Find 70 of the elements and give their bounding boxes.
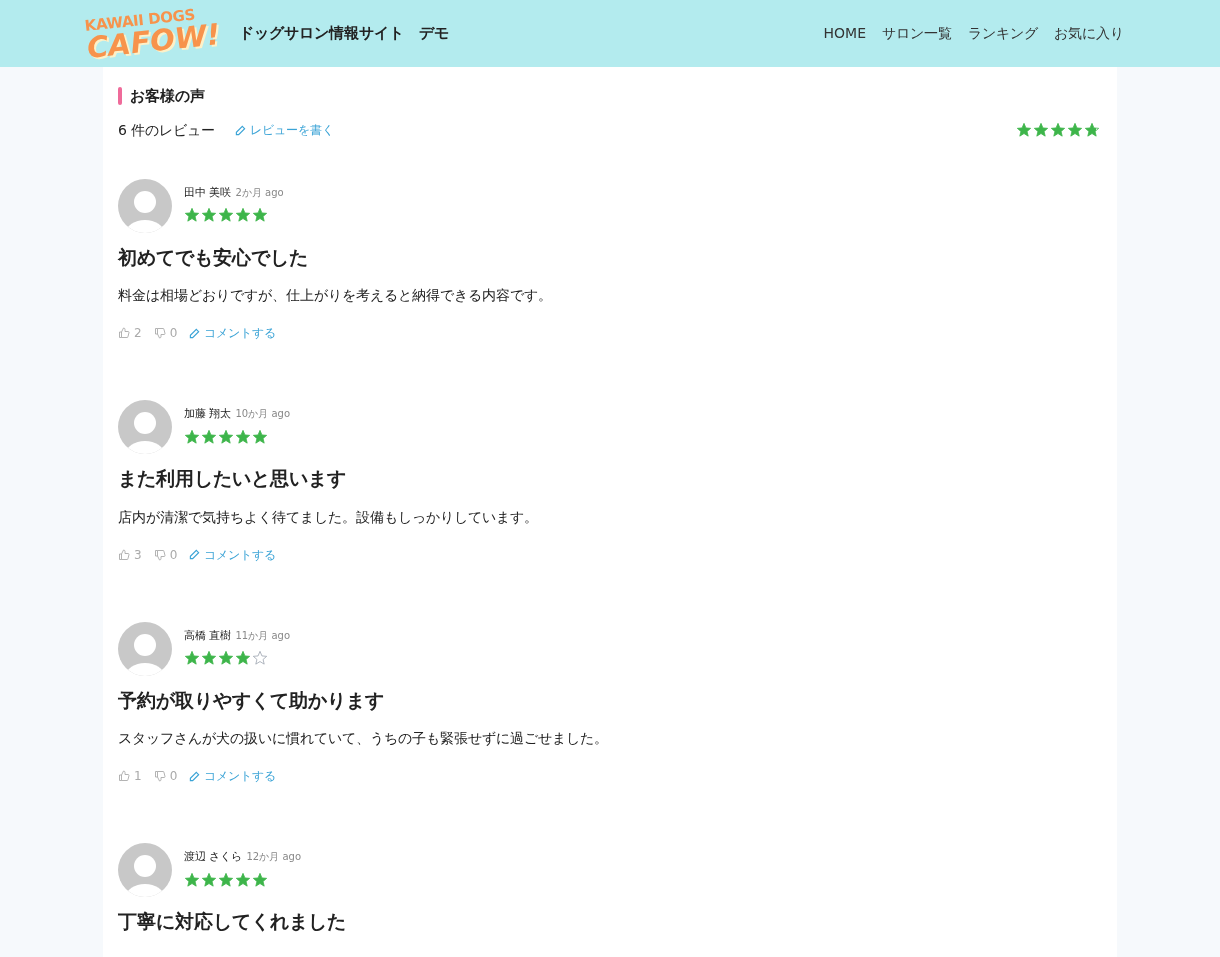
star-icon <box>252 428 268 445</box>
star-icon <box>235 650 251 666</box>
comment-link[interactable]: コメントする <box>189 767 277 785</box>
star-icon <box>184 871 200 888</box>
dislike-count[interactable]: 0 <box>153 545 178 564</box>
review-time: 11か月 ago <box>235 628 290 643</box>
like-count[interactable]: 1 <box>118 767 142 785</box>
dislike-count[interactable]: 0 <box>153 324 178 342</box>
star-icon <box>252 207 268 223</box>
star-icon <box>235 428 251 445</box>
pencil-icon <box>235 124 247 136</box>
star-icon <box>218 428 234 445</box>
review-title: 丁寧に対応してくれました <box>118 909 347 934</box>
thumbs-down-icon <box>153 548 166 561</box>
reviewer-name: 高橋 直樹 <box>184 627 232 644</box>
nav-link[interactable]: ランキング <box>968 23 1038 44</box>
star-icon <box>218 871 234 888</box>
star-icon <box>201 871 217 888</box>
nav-link[interactable]: HOME <box>823 23 866 44</box>
star-icon <box>184 650 200 666</box>
review-title: 予約が取りやすくて助かります <box>118 687 385 713</box>
comment-link[interactable]: コメントする <box>189 324 277 342</box>
star-icon <box>235 207 251 223</box>
dislike-count[interactable]: 0 <box>153 767 178 785</box>
thumbs-up-icon <box>118 327 130 339</box>
star-icon <box>1016 122 1032 138</box>
star-icon <box>1067 122 1083 138</box>
star-icon <box>1033 122 1049 138</box>
thumbs-down-icon <box>153 327 166 339</box>
review-time: 2か月 ago <box>235 185 284 200</box>
star-icon <box>1050 122 1066 138</box>
avatar-icon <box>118 843 172 897</box>
review-time: 10か月 ago <box>235 407 290 421</box>
pencil-icon <box>189 549 201 560</box>
review-body: 料金は相場どおりですが、仕上がりを考えると納得できる内容です。 <box>118 286 553 305</box>
avatar-icon <box>118 400 172 454</box>
review-body: スタッフさんが犬の扱いに慣れていて、うちの子も緊張せずに過ごせました。 <box>118 729 609 748</box>
star-icon <box>218 207 234 223</box>
review-title: また利用したいと思います <box>118 466 347 491</box>
star-icon <box>184 207 200 223</box>
like-count[interactable]: 2 <box>118 324 142 342</box>
accent-bar <box>118 87 122 106</box>
reviewer-name: 加藤 翔太 <box>184 406 232 422</box>
reviewer-name: 田中 美咲 <box>184 184 232 201</box>
section-title: お客様の声 <box>130 86 205 107</box>
reviewer-name: 渡辺 さくら <box>184 849 243 865</box>
logo[interactable]: KAWAII DOGS CAFOW! <box>84 4 222 63</box>
star-icon <box>252 871 268 888</box>
like-count[interactable]: 3 <box>118 545 142 564</box>
nav-link[interactable]: お気に入り <box>1054 23 1124 44</box>
star-icon <box>1084 122 1100 138</box>
star-icon <box>235 871 251 888</box>
star-icon <box>184 428 200 445</box>
star-icon <box>201 207 217 223</box>
review-body: 店内が清潔で気持ちよく待てました。設備もしっかりしています。 <box>118 507 539 527</box>
review-time: 12か月 ago <box>246 850 301 864</box>
write-review-link[interactable]: レビューを書く <box>235 121 335 139</box>
star-icon <box>201 650 217 666</box>
comment-link[interactable]: コメントする <box>189 545 277 564</box>
pencil-icon <box>189 770 201 782</box>
star-icon <box>218 650 234 666</box>
review-title: 初めてでも安心でした <box>118 244 309 270</box>
thumbs-up-icon <box>118 548 130 561</box>
site-title: ドッグサロン情報サイト デモ <box>239 23 450 45</box>
review-count: 6 件のレビュー <box>118 120 216 140</box>
thumbs-up-icon <box>118 770 130 782</box>
star-icon <box>201 428 217 445</box>
pencil-icon <box>189 327 201 339</box>
thumbs-down-icon <box>153 770 166 782</box>
nav-link[interactable]: サロン一覧 <box>882 23 952 44</box>
